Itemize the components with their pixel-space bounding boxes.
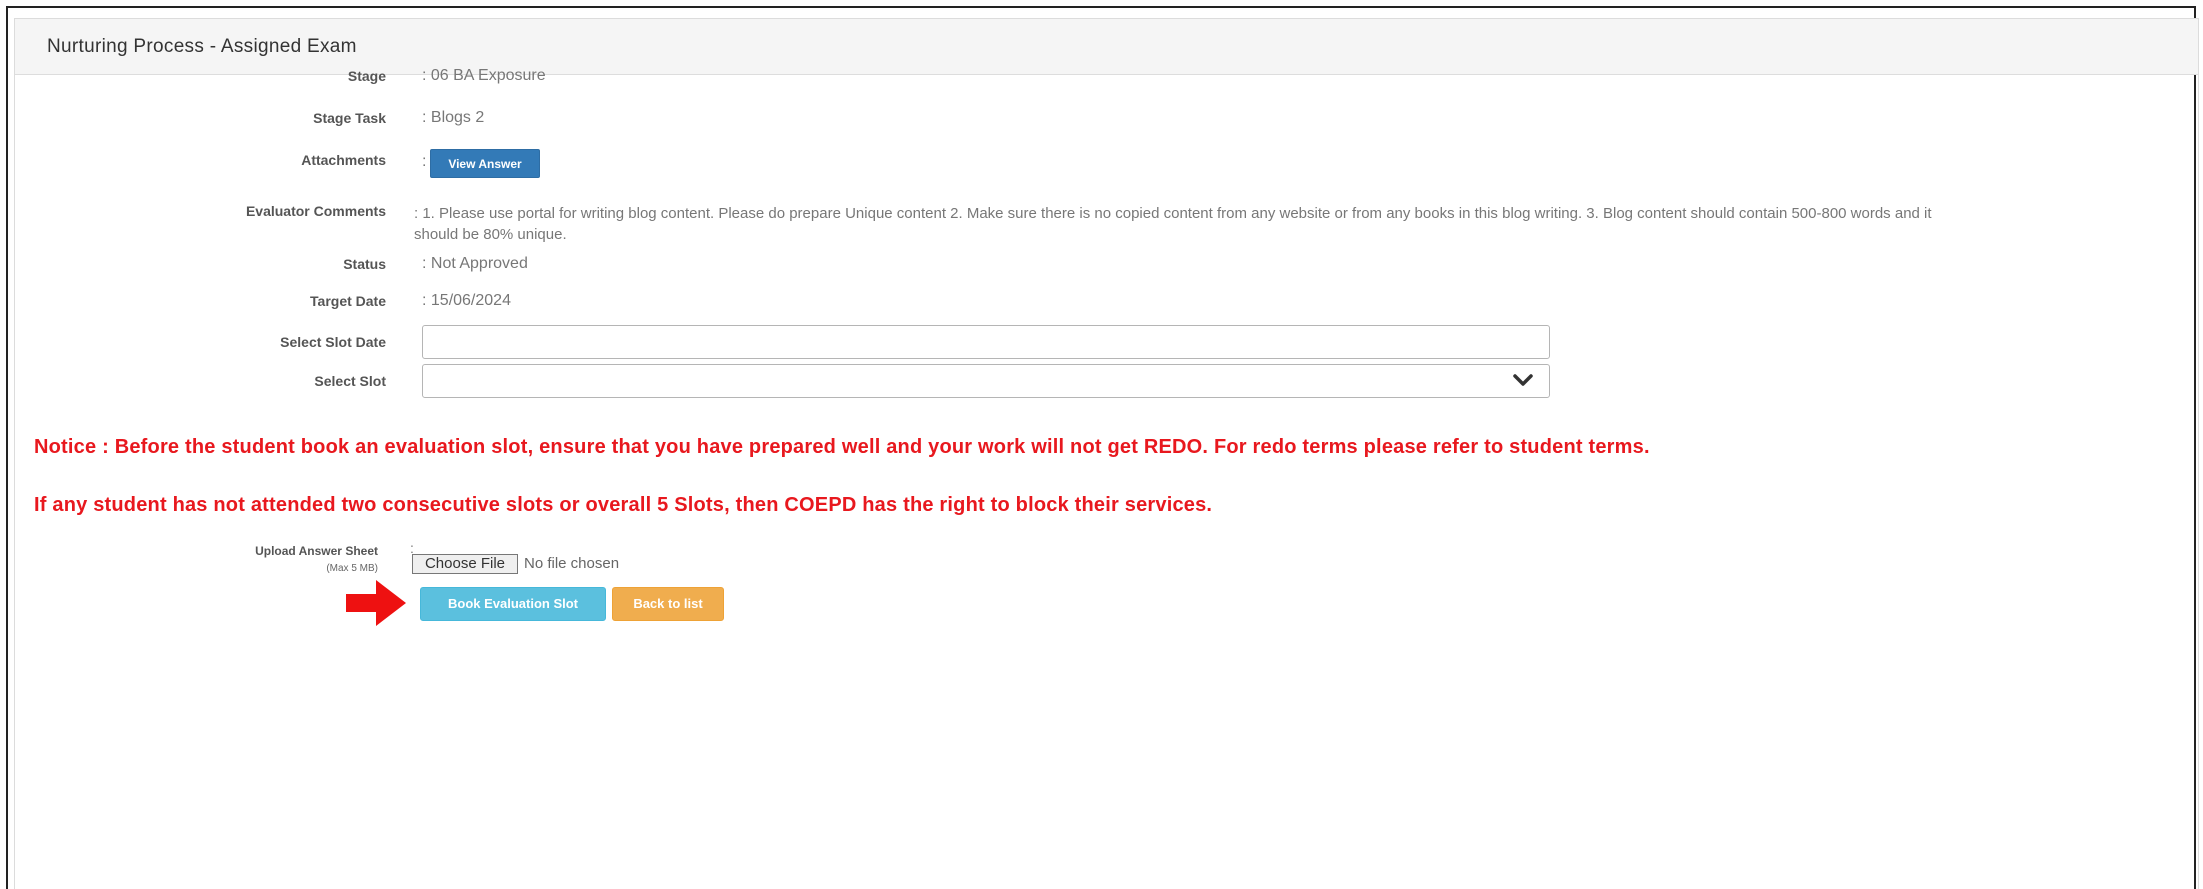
stage-task-value: : Blogs 2 [422,109,485,126]
file-status: No file chosen [524,555,620,572]
upload-label: Upload Answer Sheet (Max 5 MB) [160,542,378,578]
slot-select[interactable] [422,364,1550,398]
slot-date-label: Select Slot Date [280,334,386,350]
book-evaluation-slot-button[interactable]: Book Evaluation Slot [420,587,606,621]
attachments-colon: : [422,153,427,170]
page-title: Nurturing Process - Assigned Exam [47,36,357,57]
status-value: : Not Approved [422,255,528,272]
notice-redo: Notice : Before the student book an eval… [34,436,1650,458]
slot-label: Select Slot [314,373,386,389]
stage-task-label: Stage Task [313,110,386,126]
notice-block: If any student has not attended two cons… [34,494,1213,516]
arrow-right-icon [346,580,406,626]
stage-label: Stage [347,68,386,84]
slot-date-input[interactable] [422,325,1550,359]
stage-value: : 06 BA Exposure [422,67,546,84]
evaluator-comments-value: : 1. Please use portal for writing blog … [414,205,1932,243]
choose-file-button[interactable]: Choose File [412,554,518,574]
upload-size-hint: (Max 5 MB) [326,563,378,574]
status-label: Status [343,256,386,272]
chevron-down-icon [1513,374,1533,386]
upload-label-text: Upload Answer Sheet [255,544,378,558]
attachments-label: Attachments [301,152,386,168]
view-answer-button[interactable]: View Answer [430,149,540,178]
target-date-label: Target Date [310,293,386,309]
back-to-list-button[interactable]: Back to list [612,587,724,621]
target-date-value: : 15/06/2024 [422,292,511,309]
panel-heading: Nurturing Process - Assigned Exam [15,19,2198,75]
evaluator-comments-label: Evaluator Comments [245,203,386,219]
